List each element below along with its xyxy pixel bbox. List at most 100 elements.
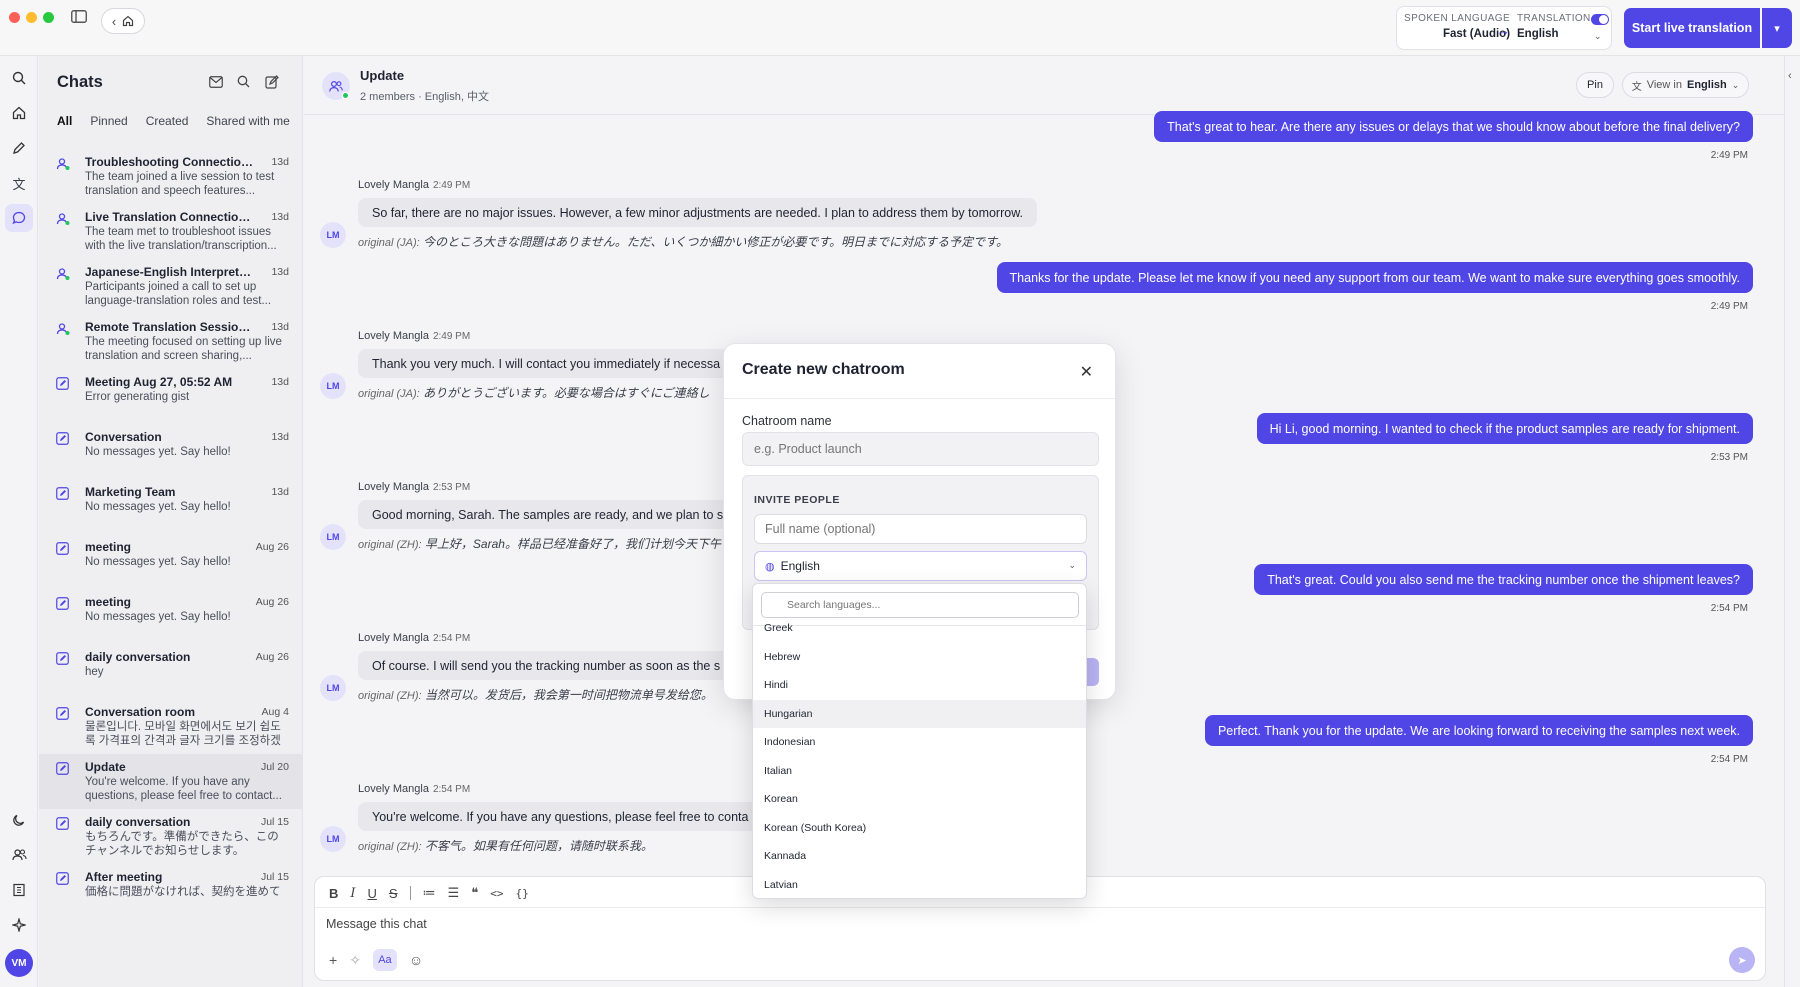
- chevron-left-icon[interactable]: ‹: [112, 14, 116, 29]
- language-option[interactable]: Italian: [753, 757, 1086, 785]
- chat-item-preview: Error generating gist: [85, 391, 190, 403]
- search-icon[interactable]: [5, 64, 33, 92]
- message-bubble-incoming: You're welcome. If you have any question…: [358, 802, 763, 831]
- code-block-icon[interactable]: {}: [516, 887, 529, 900]
- bullet-list-icon[interactable]: ☰: [448, 885, 460, 901]
- language-option[interactable]: Greek: [753, 614, 1086, 642]
- chat-item-title: Conversation: [85, 430, 162, 444]
- chat-list-item[interactable]: Conversation room Aug 4 물론입니다. 모바일 화면에서도 보…: [39, 699, 302, 754]
- filter-all[interactable]: All: [57, 114, 72, 128]
- chat-item-title: Remote Translation Session Set...: [85, 320, 253, 334]
- chat-item-title: Meeting Aug 27, 05:52 AM: [85, 375, 233, 389]
- language-option[interactable]: Korean (South Korea): [753, 814, 1086, 842]
- chat-list-item[interactable]: Japanese-English Interpreter Co... 13d Par…: [39, 259, 302, 314]
- underline-icon[interactable]: U: [368, 886, 377, 901]
- view-in-language-button[interactable]: 文 View in English ⌄: [1622, 72, 1749, 98]
- maximize-window-button[interactable]: [43, 12, 54, 23]
- chat-list-item[interactable]: Live Translation Connection Tro... 13d The…: [39, 204, 302, 259]
- language-option[interactable]: Hebrew: [753, 643, 1086, 671]
- sender-name: Lovely Mangla 2:49 PM: [358, 179, 471, 191]
- send-icon[interactable]: ➤: [1729, 947, 1755, 973]
- chevron-down-icon: ▾: [1774, 22, 1780, 35]
- chevron-down-icon[interactable]: ⌄: [1594, 31, 1602, 42]
- user-avatar[interactable]: VM: [5, 949, 33, 977]
- pin-button[interactable]: Pin: [1576, 72, 1614, 98]
- chat-item-date: 13d: [271, 486, 289, 498]
- plus-icon[interactable]: +: [329, 952, 337, 968]
- close-icon[interactable]: ✕: [1080, 362, 1093, 382]
- chat-list-item[interactable]: daily conversation Aug 26 hey: [39, 644, 302, 699]
- language-option[interactable]: Hungarian: [753, 699, 1086, 728]
- chat-item-preview: hey: [85, 666, 104, 678]
- quote-icon[interactable]: ❝: [471, 885, 478, 901]
- sparkle-icon[interactable]: [5, 911, 33, 939]
- language-option[interactable]: Latvian: [753, 871, 1086, 899]
- moon-icon[interactable]: [5, 806, 33, 834]
- language-select[interactable]: ◍ English ⌄: [754, 551, 1087, 581]
- language-option[interactable]: Kannada: [753, 842, 1086, 870]
- compose-icon[interactable]: [265, 75, 279, 94]
- chat-item-date: 13d: [271, 431, 289, 443]
- translation-value[interactable]: English: [1517, 28, 1591, 40]
- chat-list-item[interactable]: Update Jul 20 You're welcome. If you have …: [39, 754, 302, 809]
- language-option[interactable]: Korean: [753, 785, 1086, 813]
- chat-list-item[interactable]: After meeting Jul 15 価格に問題がなければ、契約を進めて: [39, 864, 302, 919]
- filter-shared[interactable]: Shared with me: [206, 114, 289, 128]
- close-window-button[interactable]: [9, 12, 20, 23]
- italic-icon[interactable]: I: [350, 886, 355, 901]
- ordered-list-icon[interactable]: ≔: [423, 885, 436, 901]
- search-icon[interactable]: [237, 75, 250, 93]
- chevron-down-icon: ⌄: [1731, 79, 1740, 90]
- chat-list-item[interactable]: Troubleshooting Connection an... 13d The t…: [39, 149, 302, 204]
- chat-list-item[interactable]: meeting Aug 26 No messages yet. Say hello!: [39, 589, 302, 644]
- right-panel-collapsed: ‹: [1784, 56, 1800, 987]
- sender-avatar: LM: [320, 826, 346, 852]
- translation-toggle[interactable]: [1591, 14, 1609, 25]
- building-icon[interactable]: [5, 876, 33, 904]
- sidebar-toggle-icon[interactable]: [70, 8, 88, 24]
- chevron-left-icon[interactable]: ‹: [1788, 70, 1792, 82]
- sparkle-icon[interactable]: ✧: [349, 952, 361, 969]
- chatroom-name-input[interactable]: [742, 432, 1099, 466]
- emoji-icon[interactable]: ☺: [409, 952, 423, 968]
- message-time: 2:54 PM: [1710, 754, 1748, 765]
- minimize-window-button[interactable]: [26, 12, 37, 23]
- chat-list-item[interactable]: Remote Translation Session Set... 13d The …: [39, 314, 302, 369]
- start-translation-options-button[interactable]: ▾: [1762, 8, 1792, 48]
- filter-created[interactable]: Created: [146, 114, 189, 128]
- filter-pinned[interactable]: Pinned: [90, 114, 127, 128]
- text-format-button[interactable]: Aa: [372, 949, 397, 971]
- message-input[interactable]: Message this chat: [326, 917, 427, 931]
- chat-bubble-icon[interactable]: [5, 204, 33, 232]
- bold-icon[interactable]: B: [329, 886, 338, 901]
- message-bubble-incoming: So far, there are no major issues. Howev…: [358, 198, 1038, 227]
- message-bubble-outgoing: Hi Li, good morning. I wanted to check i…: [1256, 413, 1753, 444]
- users-icon[interactable]: [5, 841, 33, 869]
- language-option[interactable]: Hindi: [753, 671, 1086, 699]
- chat-item-preview: No messages yet. Say hello!: [85, 556, 231, 568]
- mail-icon[interactable]: [209, 75, 223, 93]
- language-option[interactable]: Indonesian: [753, 728, 1086, 756]
- create-button[interactable]: [1085, 658, 1099, 686]
- spoken-language-value[interactable]: Fast (Audio): [1404, 28, 1510, 40]
- translate-icon[interactable]: 文: [5, 169, 33, 197]
- message-bubble-outgoing: Thanks for the update. Please let me kno…: [996, 262, 1753, 293]
- home-icon[interactable]: [122, 15, 134, 27]
- nav-back-home[interactable]: ‹: [101, 8, 145, 34]
- meeting-person-icon: [56, 212, 70, 226]
- language-selector[interactable]: SPOKEN LANGUAGE Fast (Audio) → TRANSLATI…: [1396, 6, 1612, 50]
- strikethrough-icon[interactable]: S: [389, 886, 398, 901]
- chat-list-item[interactable]: Marketing Team 13d No messages yet. Say he…: [39, 479, 302, 534]
- chat-list-item[interactable]: meeting Aug 26 No messages yet. Say hello!: [39, 534, 302, 589]
- chat-list-item[interactable]: Conversation 13d No messages yet. Say hell…: [39, 424, 302, 479]
- message-bubble-outgoing: Perfect. Thank you for the update. We ar…: [1204, 715, 1753, 746]
- pen-tool-icon[interactable]: [5, 134, 33, 162]
- chat-list-item[interactable]: Meeting Aug 27, 05:52 AM 13d Error generat…: [39, 369, 302, 424]
- chat-item-title: meeting: [85, 595, 132, 609]
- code-icon[interactable]: <>: [490, 887, 503, 900]
- start-live-translation-button[interactable]: Start live translation: [1624, 8, 1760, 48]
- full-name-input[interactable]: [754, 514, 1087, 544]
- chat-list-item[interactable]: daily conversation Jul 15 もちろんです。準備ができたら、こ…: [39, 809, 302, 864]
- home-icon[interactable]: [5, 99, 33, 127]
- sender-avatar: LM: [320, 373, 346, 399]
